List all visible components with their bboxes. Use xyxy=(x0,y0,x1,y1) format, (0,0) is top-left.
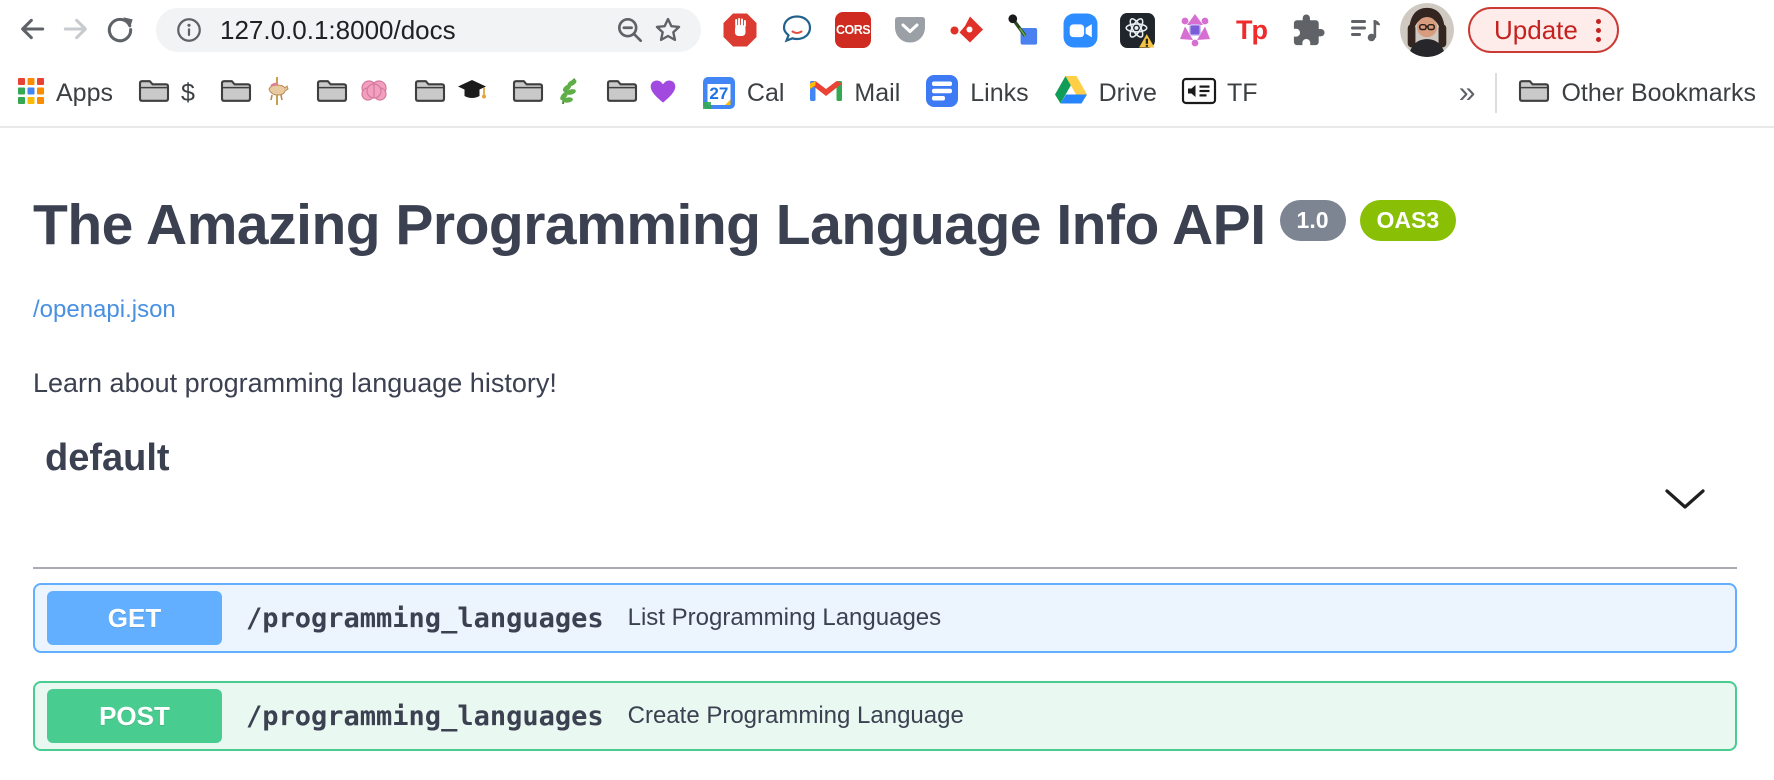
bookmark-folder-herb[interactable] xyxy=(511,76,581,111)
bookmark-label: TF xyxy=(1227,79,1258,108)
folder-icon xyxy=(137,77,171,110)
bookmark-calendar[interactable]: 27 Cal xyxy=(701,75,785,111)
cors-label: CORS xyxy=(836,23,870,37)
openapi-spec-link[interactable]: /openapi.json xyxy=(33,296,176,324)
folder-icon xyxy=(511,77,545,110)
folder-icon xyxy=(219,77,253,110)
colorzilla-eyedropper-icon[interactable] xyxy=(1005,12,1042,49)
tp-label: Tp xyxy=(1236,15,1267,46)
swagger-docs-page: The Amazing Programming Language Info AP… xyxy=(0,192,1774,751)
pocket-icon[interactable] xyxy=(891,12,928,49)
chat-bubble-icon[interactable] xyxy=(778,12,815,49)
bookmark-star-icon[interactable] xyxy=(649,11,687,49)
section-default: default GET /programming_languages List … xyxy=(33,437,1737,751)
apps-grid-icon xyxy=(16,76,46,111)
operation-summary: List Programming Languages xyxy=(628,604,942,632)
bookmark-folder-dollar[interactable]: $ xyxy=(137,77,195,110)
section-title: default xyxy=(45,437,170,480)
operation-row-post[interactable]: POST /programming_languages Create Progr… xyxy=(33,681,1737,751)
folder-icon xyxy=(413,77,447,110)
reload-icon xyxy=(104,13,136,48)
post-method-badge: POST xyxy=(47,689,222,743)
bookmark-label: Other Bookmarks xyxy=(1561,79,1756,108)
bookmark-label: Links xyxy=(970,79,1028,108)
forward-icon xyxy=(60,13,92,48)
extensions-puzzle-icon[interactable] xyxy=(1290,12,1327,49)
bookmarks-right-group: » Other Bookmarks xyxy=(1459,73,1756,113)
profile-avatar[interactable] xyxy=(1400,3,1454,57)
browser-toolbar: 127.0.0.1:8000/docs CORS xyxy=(0,0,1774,60)
bookmark-drive[interactable]: Drive xyxy=(1053,74,1157,113)
bookmark-label: Drive xyxy=(1099,79,1157,108)
title-group: The Amazing Programming Language Info AP… xyxy=(33,192,1737,258)
version-badge: 1.0 xyxy=(1280,200,1346,241)
folder-icon xyxy=(1517,77,1551,110)
dollar-icon: $ xyxy=(181,79,195,108)
bookmark-links[interactable]: Links xyxy=(924,73,1028,114)
section-header-default[interactable]: default xyxy=(33,437,1737,569)
url-text[interactable]: 127.0.0.1:8000/docs xyxy=(220,15,456,46)
site-info-icon[interactable] xyxy=(170,11,208,49)
operation-path: /programming_languages xyxy=(246,701,604,732)
back-icon xyxy=(16,13,48,48)
recycle-icon[interactable] xyxy=(1176,12,1213,49)
tp-extension-icon[interactable]: Tp xyxy=(1233,12,1270,49)
operation-row-get[interactable]: GET /programming_languages List Programm… xyxy=(33,583,1737,653)
api-description: Learn about programming language history… xyxy=(33,368,1737,399)
bookmark-folder-graduation[interactable] xyxy=(413,77,487,110)
kebab-menu-icon xyxy=(1596,19,1601,42)
folder-icon xyxy=(315,77,349,110)
graduation-cap-icon xyxy=(457,77,487,110)
reload-button[interactable] xyxy=(98,8,142,52)
address-bar[interactable]: 127.0.0.1:8000/docs xyxy=(156,8,701,52)
links-list-icon xyxy=(924,73,960,114)
bookmark-folder-brain[interactable] xyxy=(315,77,389,110)
bookmarks-bar: Apps $ 27 xyxy=(0,60,1774,128)
zoom-video-icon[interactable] xyxy=(1062,12,1099,49)
tf-card-icon xyxy=(1181,76,1217,111)
herb-icon xyxy=(555,76,581,111)
adblock-hand-icon[interactable] xyxy=(721,12,758,49)
bookmark-label: Apps xyxy=(56,79,113,108)
red-diamond-icon[interactable] xyxy=(948,12,985,49)
oas3-badge: OAS3 xyxy=(1360,200,1457,241)
zoom-out-icon[interactable] xyxy=(611,11,649,49)
bookmarks-overflow-chevron[interactable]: » xyxy=(1459,76,1476,110)
bookmark-label: Mail xyxy=(854,79,900,108)
bookmark-label: Cal xyxy=(747,79,785,108)
bookmark-mail[interactable]: Mail xyxy=(808,77,900,110)
cors-extension-icon[interactable]: CORS xyxy=(835,12,871,48)
other-bookmarks[interactable]: Other Bookmarks xyxy=(1517,77,1756,110)
forward-button[interactable] xyxy=(54,8,98,52)
playlist-music-icon[interactable] xyxy=(1347,12,1384,49)
get-method-badge: GET xyxy=(47,591,222,645)
react-devtools-icon[interactable] xyxy=(1119,12,1156,49)
bookmark-folder-heart[interactable] xyxy=(605,77,677,110)
page-title: The Amazing Programming Language Info AP… xyxy=(33,192,1266,258)
bookmark-folder-carousel[interactable] xyxy=(219,76,291,111)
google-calendar-icon: 27 xyxy=(701,75,737,111)
calendar-day-number: 27 xyxy=(701,84,737,104)
bookmark-tf[interactable]: TF xyxy=(1181,76,1258,111)
operation-summary: Create Programming Language xyxy=(628,702,964,730)
browser-window: 127.0.0.1:8000/docs CORS xyxy=(0,0,1774,780)
extension-icons: CORS Tp xyxy=(721,12,1384,49)
back-button[interactable] xyxy=(10,8,54,52)
bookmark-apps[interactable]: Apps xyxy=(16,76,113,111)
gmail-icon xyxy=(808,77,844,110)
brain-icon xyxy=(359,78,389,109)
bookmarks-divider xyxy=(1495,73,1497,113)
carousel-horse-icon xyxy=(263,76,291,111)
update-button[interactable]: Update xyxy=(1468,7,1619,53)
purple-heart-icon xyxy=(649,78,677,109)
chevron-down-icon[interactable] xyxy=(1663,487,1707,518)
update-label: Update xyxy=(1494,15,1578,46)
google-drive-icon xyxy=(1053,74,1089,113)
folder-icon xyxy=(605,77,639,110)
operation-path: /programming_languages xyxy=(246,603,604,634)
